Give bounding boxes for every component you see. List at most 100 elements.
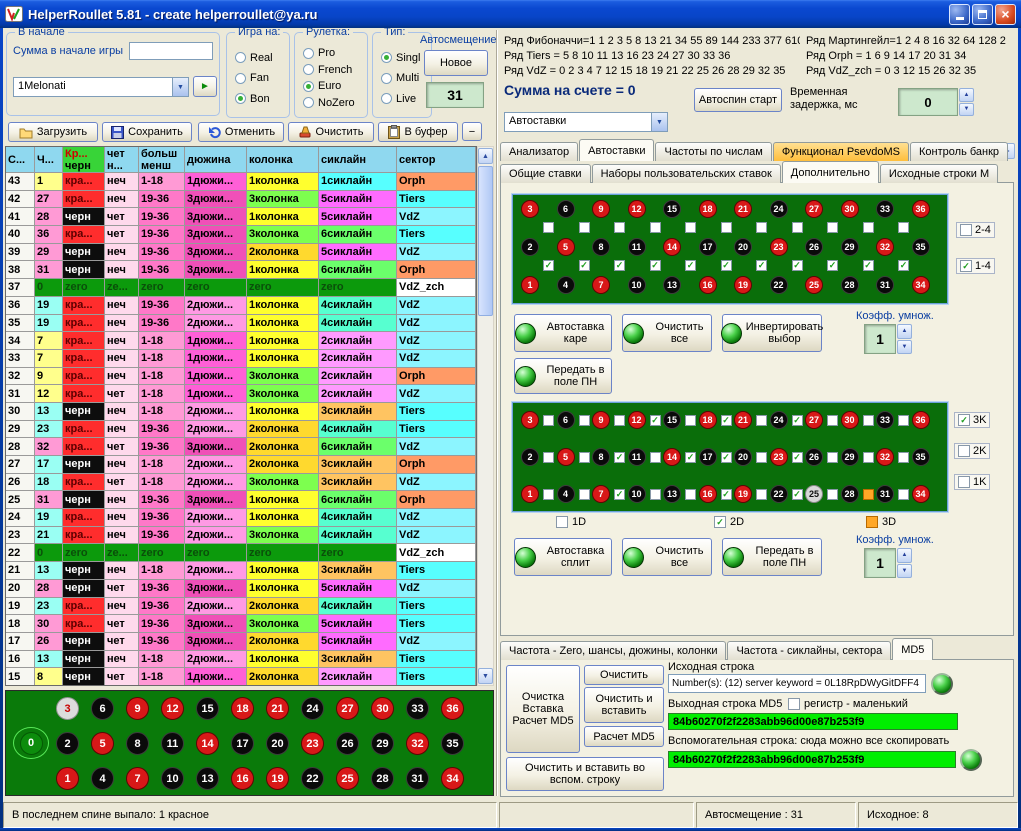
grid-number-34[interactable]: 34 bbox=[912, 276, 930, 294]
grid-checkbox[interactable]: ✓ bbox=[721, 452, 732, 463]
table-row[interactable]: 220zeroze...zerozerozerozeroVdZ_zch bbox=[6, 544, 476, 562]
board-number-22[interactable]: 22 bbox=[301, 767, 324, 790]
autobet-split-button[interactable]: Автоставка сплит bbox=[514, 538, 612, 576]
grid-number-4[interactable]: 4 bbox=[557, 485, 575, 503]
grid-number-13[interactable]: 13 bbox=[663, 276, 681, 294]
minimize-button[interactable] bbox=[949, 4, 970, 25]
grid-number-10[interactable]: 10 bbox=[628, 276, 646, 294]
grid-checkbox[interactable] bbox=[650, 452, 661, 463]
grid-number-17[interactable]: 17 bbox=[699, 238, 717, 256]
grid-checkbox[interactable] bbox=[898, 452, 909, 463]
grid-number-18[interactable]: 18 bbox=[699, 411, 717, 429]
radio-option-bon[interactable]: Bon bbox=[235, 93, 287, 105]
copy-buffer-button[interactable]: В буфер bbox=[378, 122, 458, 142]
grid-number-29[interactable]: 29 bbox=[841, 448, 859, 466]
grid-number-34[interactable]: 34 bbox=[912, 485, 930, 503]
grid-number-1[interactable]: 1 bbox=[521, 485, 539, 503]
grid-number-15[interactable]: 15 bbox=[663, 200, 681, 218]
board-number-16[interactable]: 16 bbox=[231, 767, 254, 790]
table-row[interactable]: 2717черннеч1-182дюжи...2колонка3сиклайнO… bbox=[6, 456, 476, 474]
grid-number-11[interactable]: 11 bbox=[628, 238, 646, 256]
table-row[interactable]: 2618кра...чет1-182дюжи...3колонка3сиклай… bbox=[6, 474, 476, 492]
table-row[interactable]: 1830кра...чет19-363дюжи...3колонка5сикла… bbox=[6, 615, 476, 633]
grid-checkbox[interactable]: ✓ bbox=[614, 452, 625, 463]
board-number-7[interactable]: 7 bbox=[126, 767, 149, 790]
grid-checkbox[interactable] bbox=[579, 222, 590, 233]
grid-number-3[interactable]: 3 bbox=[521, 411, 539, 429]
spin-down-icon[interactable]: ▼ bbox=[897, 340, 912, 355]
grid-checkbox[interactable]: ✓ bbox=[792, 260, 803, 271]
grid-number-14[interactable]: 14 bbox=[663, 448, 681, 466]
grid-checkbox[interactable] bbox=[543, 222, 554, 233]
checkbox-2d[interactable]: ✓2D bbox=[714, 516, 744, 528]
radio-option-nozero[interactable]: NoZero bbox=[303, 97, 365, 109]
grid-checkbox[interactable] bbox=[579, 415, 590, 426]
board-number-33[interactable]: 33 bbox=[406, 697, 429, 720]
tab-4[interactable]: Контроль банкр bbox=[910, 142, 1008, 161]
table-row[interactable]: 329кра...неч1-181дюжи...3колонка2сиклайн… bbox=[6, 368, 476, 386]
grid-checkbox[interactable] bbox=[756, 415, 767, 426]
board-number-9[interactable]: 9 bbox=[126, 697, 149, 720]
md5-calc-button[interactable]: Расчет MD5 bbox=[584, 726, 664, 747]
radio-option-singl[interactable]: Singl bbox=[381, 52, 429, 64]
grid-checkbox[interactable] bbox=[827, 415, 838, 426]
board-number-26[interactable]: 26 bbox=[336, 732, 359, 755]
table-row[interactable]: 1613черннеч1-182дюжи...1колонка3сиклайнT… bbox=[6, 651, 476, 669]
grid-number-6[interactable]: 6 bbox=[557, 411, 575, 429]
tab-3[interactable]: Функционал PsevdoMS bbox=[773, 142, 909, 161]
grid-number-6[interactable]: 6 bbox=[557, 200, 575, 218]
grid-checkbox[interactable]: ✓ bbox=[614, 260, 625, 271]
board-number-4[interactable]: 4 bbox=[91, 767, 114, 790]
spin-up-icon[interactable]: ▲ bbox=[897, 324, 912, 339]
grid-number-32[interactable]: 32 bbox=[876, 238, 894, 256]
transfer-to-pn-button-1[interactable]: Передать в поле ПН bbox=[514, 358, 612, 394]
table-row[interactable]: 4227кра...неч19-363дюжи...3колонка5сикла… bbox=[6, 191, 476, 209]
tab-2[interactable]: MD5 bbox=[892, 638, 933, 660]
table-row[interactable]: 3519кра...неч19-362дюжи...1колонка4сикла… bbox=[6, 315, 476, 333]
spin-down-icon[interactable]: ▼ bbox=[959, 103, 974, 117]
invert-selection-button[interactable]: Инвертировать выбор bbox=[722, 314, 822, 352]
checkbox-1-4[interactable]: ✓1-4 bbox=[956, 258, 995, 274]
grid-number-27[interactable]: 27 bbox=[805, 200, 823, 218]
register-small-checkbox[interactable]: регистр - маленький bbox=[788, 698, 908, 710]
grid-checkbox[interactable] bbox=[721, 222, 732, 233]
grid-number-19[interactable]: 19 bbox=[734, 485, 752, 503]
grid-number-36[interactable]: 36 bbox=[912, 411, 930, 429]
grid-number-22[interactable]: 22 bbox=[770, 485, 788, 503]
grid-number-28[interactable]: 28 bbox=[841, 485, 859, 503]
grid-number-24[interactable]: 24 bbox=[770, 200, 788, 218]
grid-checkbox[interactable] bbox=[898, 489, 909, 500]
grid-checkbox[interactable] bbox=[543, 415, 554, 426]
grid-number-12[interactable]: 12 bbox=[628, 200, 646, 218]
grid-number-26[interactable]: 26 bbox=[805, 448, 823, 466]
grid-number-36[interactable]: 36 bbox=[912, 200, 930, 218]
table-row[interactable]: 337кра...неч1-181дюжи...1колонка2сиклайн… bbox=[6, 350, 476, 368]
grid-number-21[interactable]: 21 bbox=[734, 411, 752, 429]
board-number-25[interactable]: 25 bbox=[336, 767, 359, 790]
md5-clear-button[interactable]: Очистить bbox=[584, 665, 664, 685]
grid-checkbox[interactable] bbox=[579, 489, 590, 500]
grid-checkbox[interactable]: ✓ bbox=[579, 260, 590, 271]
board-number-2[interactable]: 2 bbox=[56, 732, 79, 755]
md5-aux-round-button[interactable] bbox=[960, 749, 982, 771]
grid-number-7[interactable]: 7 bbox=[592, 276, 610, 294]
table-row[interactable]: 2531черннеч19-363дюжи...1колонка6сиклайн… bbox=[6, 491, 476, 509]
grid-checkbox[interactable] bbox=[685, 222, 696, 233]
board-number-12[interactable]: 12 bbox=[161, 697, 184, 720]
table-row[interactable]: 1923кра...неч19-362дюжи...2колонка4сикла… bbox=[6, 598, 476, 616]
table-scrollbar[interactable]: ▲ ▼ bbox=[477, 146, 494, 686]
grid-checkbox[interactable]: ✓ bbox=[685, 260, 696, 271]
spin-up-icon[interactable]: ▲ bbox=[897, 548, 912, 563]
grid-checkbox[interactable] bbox=[827, 452, 838, 463]
board-number-15[interactable]: 15 bbox=[196, 697, 219, 720]
grid-number-12[interactable]: 12 bbox=[628, 411, 646, 429]
grid-number-5[interactable]: 5 bbox=[557, 448, 575, 466]
md5-aux-field[interactable]: 84b60270f2f2283abb96d00e87b253f9 bbox=[668, 751, 956, 768]
table-row[interactable]: 2028чернчет19-363дюжи...1колонка5сиклайн… bbox=[6, 580, 476, 598]
board-number-14[interactable]: 14 bbox=[196, 732, 219, 755]
transfer-to-pn-button-2[interactable]: Передать в поле ПН bbox=[722, 538, 822, 576]
board-number-27[interactable]: 27 bbox=[336, 697, 359, 720]
grid-number-28[interactable]: 28 bbox=[841, 276, 859, 294]
table-row[interactable]: 2321кра...неч19-362дюжи...3колонка4сикла… bbox=[6, 527, 476, 545]
md5-run-round-button[interactable] bbox=[931, 673, 953, 695]
